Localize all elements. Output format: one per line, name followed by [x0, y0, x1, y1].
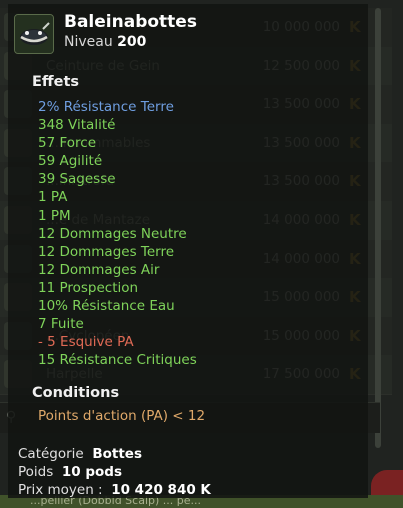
category-value: Bottes [92, 446, 142, 462]
level-label: Niveau [64, 34, 113, 50]
effect-line: 2% Résistance Terre [38, 99, 174, 115]
effect-line: 12 Dommages Neutre [38, 225, 187, 242]
item-header: Baleinabottes Niveau 200 [14, 12, 314, 54]
condition-text: Points d'action (PA) < 12 [38, 408, 206, 424]
effect-line: 15 Résistance Critiques [38, 352, 197, 369]
avg-price-value: 10 420 840 K [111, 482, 211, 498]
item-name: Baleinabottes [64, 12, 197, 32]
avg-price-label: Prix moyen : [18, 482, 103, 498]
effect-line: 12 Dommages Terre [38, 243, 175, 260]
item-tooltip: Baleinabottes Niveau 200 Effets 2% Résis… [8, 4, 368, 498]
effects-list: 2% Résistance Terre 348 Vitalité 57 Force 5… [38, 98, 368, 369]
effects-title: Effets [32, 74, 80, 90]
effect-line: 59 Agilité [38, 153, 103, 170]
effect-line: - 5 Esquive PA [38, 334, 134, 351]
effect-line: 10% Résistance Eau [38, 298, 175, 315]
effect-line: 7 Fuite [38, 316, 84, 333]
scrollbar[interactable] [375, 8, 381, 448]
category-label: Catégorie [18, 446, 84, 462]
category-line: Catégorie Bottes [18, 446, 142, 462]
boot-whale-icon [14, 14, 54, 54]
avg-price-line: Prix moyen : 10 420 840 K [18, 482, 211, 498]
effect-line: 39 Sagesse [38, 171, 116, 188]
conditions-title: Conditions [32, 385, 120, 401]
weight-value: 10 pods [61, 464, 122, 480]
weight-line: Poids 10 pods [18, 464, 122, 480]
item-level: Niveau 200 [64, 34, 146, 50]
effect-line: 1 PA [38, 189, 68, 206]
effect-line: 348 Vitalité [38, 117, 116, 134]
effect-line: 1 PM [38, 207, 71, 224]
effect-line: 11 Prospection [38, 279, 139, 296]
weight-label: Poids [18, 464, 54, 480]
level-value: 200 [117, 34, 147, 50]
effect-line: 57 Force [38, 135, 96, 152]
effect-line: 12 Dommages Air [38, 261, 160, 278]
